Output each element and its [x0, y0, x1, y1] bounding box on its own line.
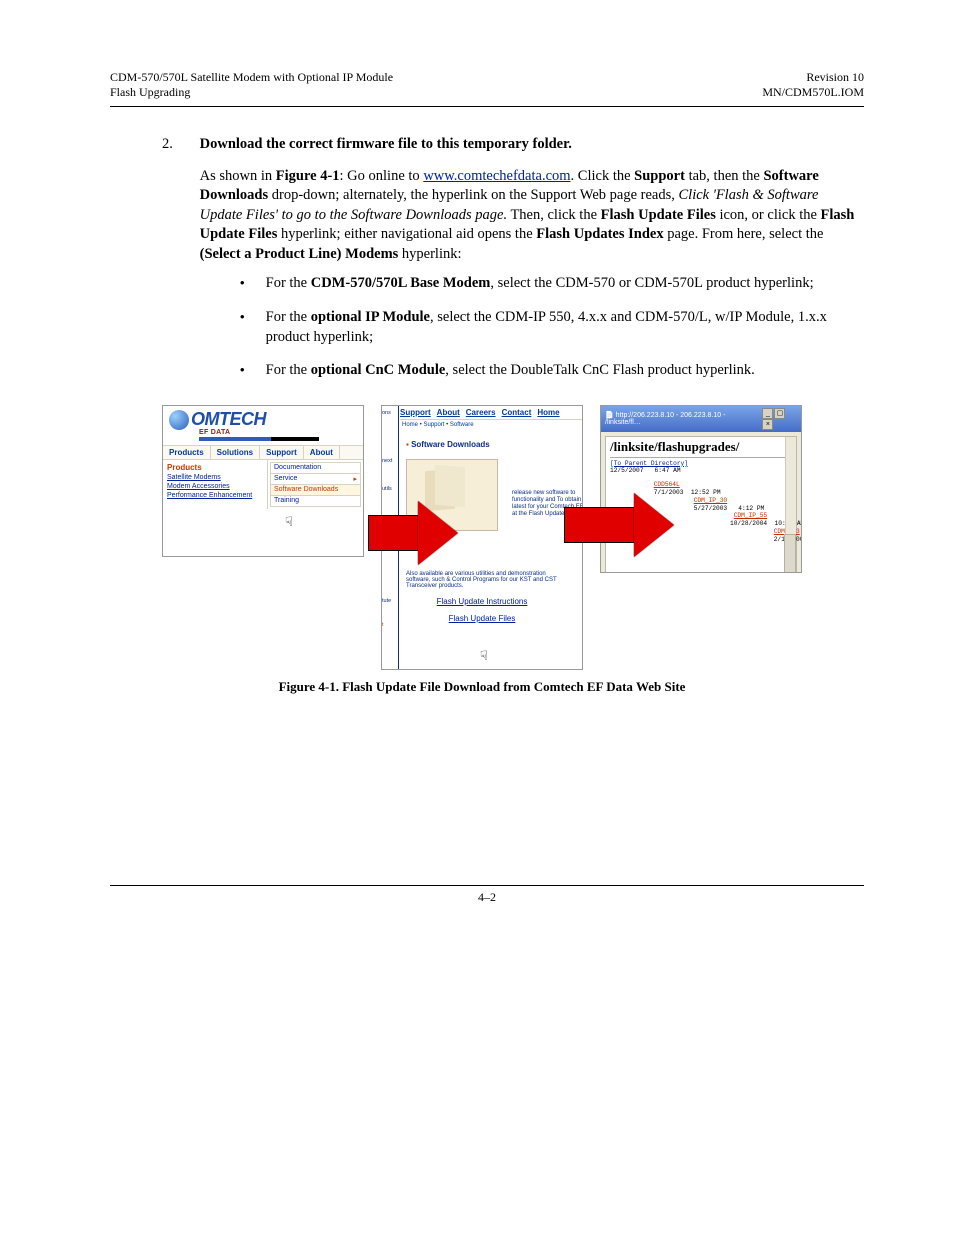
- caret-right-icon: ▸: [353, 475, 357, 483]
- thumbnail-directory-listing: 📄 http://206.223.8.10 - 206.223.8.10 - /…: [600, 405, 802, 573]
- submenu-documentation[interactable]: Documentation: [270, 462, 361, 474]
- minimize-button[interactable]: _: [762, 408, 773, 419]
- left-nav: Products Satellite Modems Modem Accessor…: [163, 460, 267, 509]
- directory-heading: /linksite/flashupgrades/: [610, 439, 792, 455]
- step-bullets: For the CDM-570/570L Base Modem, select …: [240, 274, 862, 380]
- section-title: Software Downloads: [406, 440, 582, 449]
- also-available-text: Also available are various utilities and…: [406, 571, 564, 589]
- website-link[interactable]: www.comtechefdata.com: [423, 168, 570, 184]
- step-number: 2.: [162, 135, 196, 155]
- page-icon: 📄 http://206.223.8.10 - 206.223.8.10 - /…: [605, 411, 761, 426]
- scrollbar[interactable]: [785, 437, 796, 573]
- tab-careers[interactable]: Careers: [466, 408, 496, 417]
- tab-support[interactable]: Support: [400, 408, 431, 417]
- link-modem-accessories[interactable]: Modem Accessories: [167, 483, 263, 490]
- tab-contact[interactable]: Contact: [502, 408, 532, 417]
- link-satellite-modems[interactable]: Satellite Modems: [167, 474, 263, 481]
- header-left-1: CDM-570/570L Satellite Modem with Option…: [110, 70, 393, 84]
- link-flash-update-files[interactable]: Flash Update Files: [449, 614, 516, 623]
- header-right-1: Revision 10: [806, 70, 864, 84]
- step-paragraph: As shown in Figure 4-1: Go online to www…: [200, 167, 862, 265]
- link-flash-update-instructions[interactable]: Flash Update Instructions: [437, 597, 528, 606]
- hand-cursor-icon: ☟: [285, 514, 293, 530]
- thumbnail-support-menu: OMTECH EF DATA Products Solutions Suppor…: [162, 405, 364, 557]
- page-header: CDM-570/570L Satellite Modem with Option…: [110, 70, 864, 100]
- maximize-button[interactable]: ▢: [774, 408, 785, 419]
- figure-4-1: OMTECH EF DATA Products Solutions Suppor…: [162, 405, 802, 673]
- close-button[interactable]: ×: [762, 419, 773, 430]
- breadcrumb: Home • Support • Software: [402, 420, 582, 430]
- step-body: Download the correct firmware file to th…: [200, 135, 862, 395]
- support-submenu: Documentation Service▸ Software Download…: [267, 460, 363, 509]
- red-arrow-2-head-icon: [634, 493, 674, 557]
- tab-about[interactable]: About: [437, 408, 460, 417]
- hand-cursor-icon: ☟: [480, 648, 488, 664]
- tab-solutions[interactable]: Solutions: [211, 446, 260, 459]
- window-titlebar: 📄 http://206.223.8.10 - 206.223.8.10 - /…: [601, 406, 801, 432]
- submenu-training[interactable]: Training: [270, 496, 361, 507]
- comtech-logo: OMTECH EF DATA: [169, 409, 359, 441]
- submenu-software-downloads[interactable]: Software Downloads: [270, 485, 361, 496]
- red-arrow-1: [368, 515, 424, 551]
- tab-support[interactable]: Support: [260, 446, 304, 459]
- bullet-cnc-module: For the optional CnC Module, select the …: [240, 361, 862, 381]
- logo-bar-icon: [199, 437, 319, 441]
- header-right-2: MN/CDM570L.IOM: [762, 85, 864, 99]
- header-rule: [110, 106, 864, 107]
- tab-about[interactable]: About: [304, 446, 340, 459]
- step-lead: Download the correct firmware file to th…: [200, 136, 572, 152]
- red-arrow-1-head-icon: [418, 501, 458, 565]
- top-nav-tabs: Products Solutions Support About: [163, 445, 363, 460]
- submenu-service[interactable]: Service▸: [270, 474, 361, 485]
- step-2: 2. Download the correct firmware file to…: [162, 135, 864, 395]
- footer-rule: [110, 885, 864, 886]
- globe-icon: [169, 410, 189, 430]
- top-tabs: Support About Careers Contact Home: [400, 406, 582, 420]
- bullet-base-modem: For the CDM-570/570L Base Modem, select …: [240, 274, 862, 294]
- tab-products[interactable]: Products: [163, 446, 211, 459]
- scrollbar-thumb[interactable]: [784, 534, 796, 573]
- tab-home[interactable]: Home: [537, 408, 559, 417]
- bullet-ip-module: For the optional IP Module, select the C…: [240, 308, 862, 347]
- link-performance-enhancement[interactable]: Performance Enhancement: [167, 492, 263, 499]
- page-number: 4–2: [110, 890, 864, 905]
- red-arrow-2: [564, 507, 640, 543]
- header-left-2: Flash Upgrading: [110, 85, 190, 99]
- figure-caption: Figure 4-1. Flash Update File Download f…: [162, 679, 802, 695]
- divider: [610, 457, 792, 458]
